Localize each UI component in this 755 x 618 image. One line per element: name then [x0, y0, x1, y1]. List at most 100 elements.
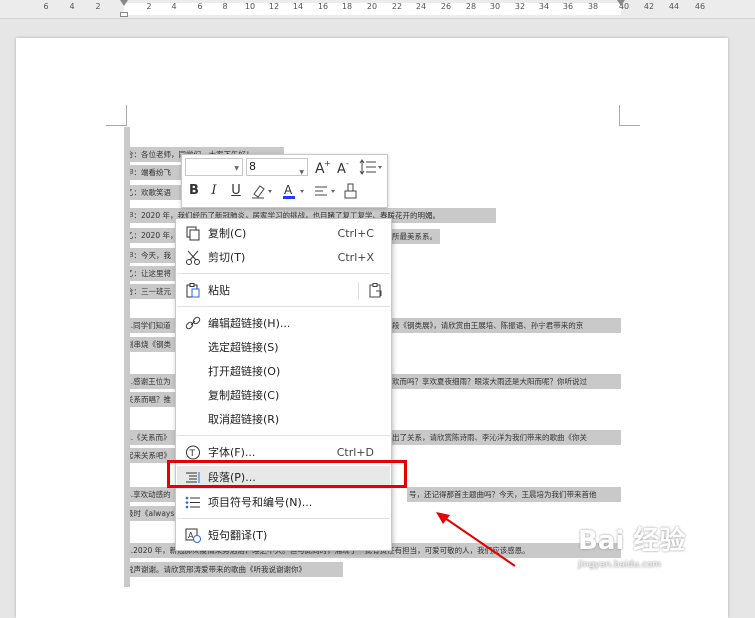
- grow-font-button[interactable]: A +: [313, 158, 331, 177]
- chevron-down-icon[interactable]: ▼: [299, 165, 304, 181]
- menu-separator: [177, 518, 390, 519]
- menu-item-copy-hyperlink[interactable]: 复制超链接(C): [177, 384, 390, 407]
- menu-item-open-hyperlink[interactable]: 打开超链接(O): [177, 360, 390, 383]
- doc-line[interactable]: 1.同学们知道: [124, 318, 178, 333]
- menu-item-shortcut: Ctrl+C: [337, 227, 374, 240]
- doc-line[interactable]: 关系而唱？推: [124, 392, 178, 407]
- ruler-number: 16: [317, 2, 329, 11]
- ruler-number: 26: [440, 2, 452, 11]
- line-spacing-button[interactable]: [358, 158, 382, 176]
- ruler-number: 10: [244, 2, 256, 11]
- doc-line[interactable]: 2.感谢王位为: [124, 374, 178, 389]
- menu-item-label: 项目符号和编号(N)...: [208, 496, 313, 509]
- chevron-down-icon[interactable]: ▼: [234, 165, 239, 172]
- doc-line[interactable]: 段《钢类展》，请欣赏由王展培、陈振语、孙宁君带来的京: [390, 318, 621, 333]
- italic-button[interactable]: I: [205, 182, 223, 200]
- copy-icon: [186, 226, 200, 241]
- ruler-number: 44: [668, 2, 680, 11]
- ruler-number: 8: [222, 2, 228, 11]
- ruler-number: 6: [43, 2, 49, 11]
- doc-line[interactable]: 剧串烧《钢类: [124, 337, 178, 352]
- watermark: Bai 经验 jingyan.baidu.com: [578, 520, 686, 570]
- doc-line[interactable]: 说声谢谢。请欣赏邢涛爱带来的歌曲《听我说谢谢你》: [124, 562, 343, 577]
- font-color-button[interactable]: A: [281, 182, 307, 200]
- format-painter-button[interactable]: [342, 182, 360, 200]
- menu-item-label: 剪切(T): [208, 251, 246, 264]
- context-menu: 复制(C) Ctrl+C 剪切(T) Ctrl+X 粘贴 编辑超链接(H)...…: [175, 218, 392, 551]
- menu-item-label: 选定超链接(S): [208, 341, 279, 354]
- menu-item-edit-hyperlink[interactable]: 编辑超链接(H)...: [177, 312, 390, 335]
- crop-mark: [619, 105, 640, 126]
- align-button[interactable]: [312, 182, 338, 200]
- font-name-box[interactable]: ▼: [185, 158, 243, 176]
- menu-item-bullets-numbering[interactable]: 项目符号和编号(N)...: [177, 491, 390, 514]
- bold-button[interactable]: B: [185, 182, 203, 200]
- font-color-icon: A: [283, 183, 304, 199]
- ruler-number: 4: [171, 2, 177, 11]
- menu-item-paste[interactable]: 粘贴: [177, 279, 390, 302]
- menu-item-cut[interactable]: 剪切(T) Ctrl+X: [177, 246, 390, 269]
- link-icon: [185, 316, 201, 330]
- ruler-number: 4: [69, 2, 75, 11]
- doc-line[interactable]: 欢而吗？享欢夏夜细雨？眼泼大雨还是大阳而呢？你听说过: [390, 374, 621, 389]
- ruler-number: 34: [538, 2, 550, 11]
- menu-separator: [177, 273, 390, 274]
- ruler-number: 24: [415, 2, 427, 11]
- doc-line[interactable]: 甲：端看纷飞: [124, 165, 181, 180]
- doc-line[interactable]: 出了关系，请欣赏陈诗雨、李沁洋为我们带来的歌曲《你关: [390, 430, 621, 445]
- doc-line[interactable]: 4.享欢动感的: [124, 487, 178, 502]
- ruler-number: 20: [366, 2, 378, 11]
- ruler-number: 14: [292, 2, 304, 11]
- doc-line[interactable]: 所最美系系。: [390, 229, 440, 244]
- doc-line[interactable]: 乙：欢歌笑语: [124, 185, 181, 200]
- left-indent-marker[interactable]: [120, 0, 128, 6]
- menu-item-remove-hyperlink[interactable]: 取消超链接(R): [177, 408, 390, 431]
- ruler-number: 6: [197, 2, 203, 11]
- paste-options-icon[interactable]: [369, 283, 383, 298]
- ruler-number: 18: [341, 2, 353, 11]
- selection-margin-bar: [124, 127, 130, 587]
- svg-text:T: T: [189, 449, 196, 459]
- svg-text:A: A: [284, 183, 293, 197]
- left-margin-marker[interactable]: [120, 12, 128, 17]
- doc-line[interactable]: 级时《always: [124, 506, 178, 521]
- menu-item-translate[interactable]: A 短句翻译(T): [177, 524, 390, 547]
- menu-divider: [358, 282, 359, 299]
- annotation-arrow-icon: [436, 512, 516, 567]
- annotation-highlight-box: [167, 460, 407, 488]
- menu-item-label: 复制(C): [208, 227, 247, 240]
- line-spacing-icon: [359, 159, 382, 175]
- ruler-number: 36: [562, 2, 574, 11]
- menu-separator: [177, 306, 390, 307]
- scissors-icon: [186, 250, 200, 265]
- doc-line[interactable]: 甲：今天，我: [124, 248, 178, 263]
- floating-format-toolbar: ▼ 8 ▼ A + A- B I U A: [181, 154, 388, 208]
- doc-line[interactable]: 乙：让这里将: [124, 266, 178, 281]
- doc-line[interactable]: 号，还记得那首主题曲吗？今天，王晨培为我们带来首他: [407, 487, 621, 502]
- translate-icon: A: [185, 528, 201, 543]
- format-painter-icon: [344, 183, 357, 199]
- ruler-number: 28: [465, 2, 477, 11]
- svg-text:+: +: [324, 159, 331, 168]
- horizontal-ruler[interactable]: 6 4 2 2 4 6 8 10 12 14 16 18 20 22 24 26…: [0, 0, 755, 19]
- watermark-brand: Bai 经验: [578, 526, 686, 556]
- doc-line[interactable]: 3.《关系而》: [124, 430, 178, 445]
- menu-item-copy[interactable]: 复制(C) Ctrl+C: [177, 222, 390, 245]
- svg-text:-: -: [346, 159, 349, 168]
- underline-button[interactable]: U: [227, 182, 245, 200]
- shrink-font-button[interactable]: A-: [335, 158, 353, 177]
- font-icon: T: [186, 445, 200, 460]
- menu-separator: [177, 435, 390, 436]
- bullets-icon: [185, 496, 200, 509]
- menu-item-select-hyperlink[interactable]: 选定超链接(S): [177, 336, 390, 359]
- align-left-icon: [315, 186, 335, 196]
- menu-item-label: 复制超链接(C): [208, 389, 280, 402]
- doc-line[interactable]: 乙：2020 年，: [124, 228, 178, 243]
- ruler-number: 2: [95, 2, 101, 11]
- font-size-box[interactable]: 8 ▼: [246, 158, 308, 176]
- ruler-number: 12: [268, 2, 280, 11]
- right-indent-marker[interactable]: [617, 0, 625, 6]
- highlight-button[interactable]: [249, 182, 275, 200]
- doc-line[interactable]: 合：三一班元: [124, 284, 178, 299]
- menu-item-label: 取消超链接(R): [208, 413, 280, 426]
